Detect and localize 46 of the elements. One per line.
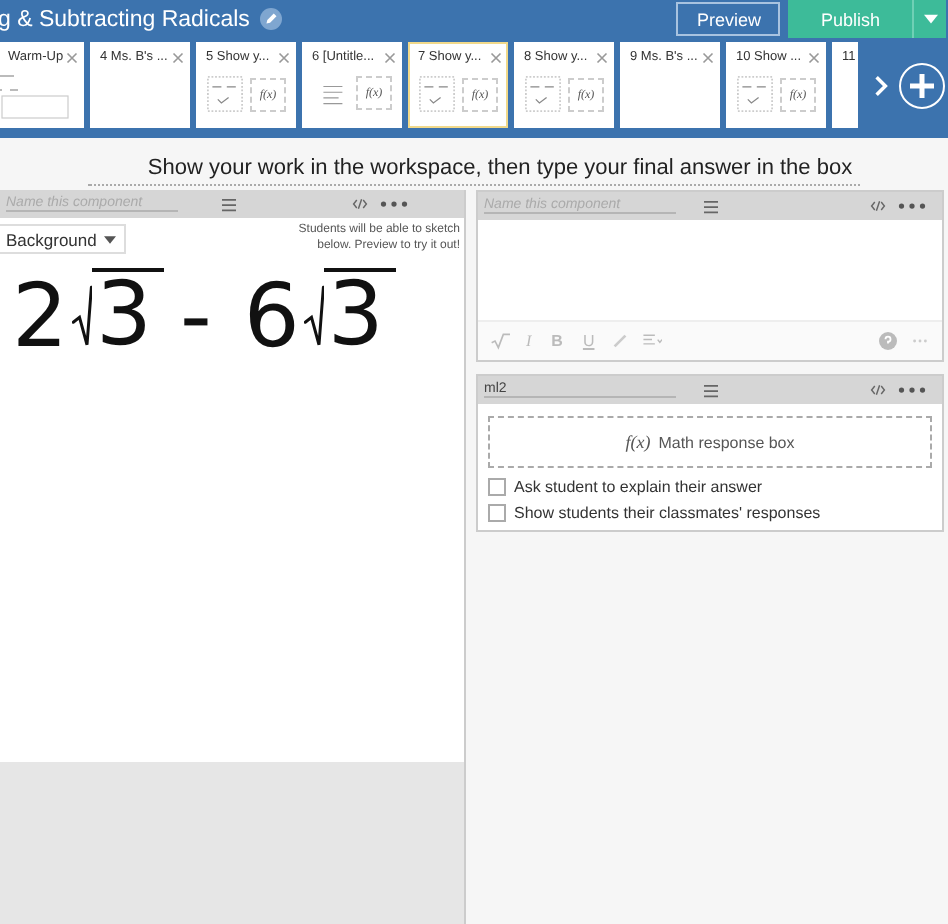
more-icon[interactable] [898, 202, 926, 210]
text-lines-drawing [0, 72, 70, 120]
checkbox[interactable] [488, 478, 506, 496]
math-response-box[interactable]: f(x) Math response box [488, 416, 932, 468]
drag-handle-icon[interactable] [222, 197, 236, 211]
checkbox[interactable] [488, 504, 506, 522]
sketch-preview-drawing [736, 76, 774, 112]
close-icon[interactable] [278, 51, 290, 63]
handwritten-radicand: 3 [92, 267, 164, 359]
handwritten-coefficient: 2 [12, 273, 68, 361]
close-icon[interactable] [172, 51, 184, 63]
option-label: Ask student to explain their answer [514, 478, 763, 496]
close-icon[interactable] [384, 51, 396, 63]
caret-icon [923, 14, 937, 24]
handwritten-operator: - [180, 266, 212, 368]
handwritten-coefficient: 6 [243, 273, 300, 361]
add-slide-icon[interactable] [898, 62, 946, 110]
close-icon[interactable] [490, 51, 502, 63]
sketch-preview-drawing [206, 76, 244, 112]
more-icon[interactable] [898, 386, 926, 394]
math-response-label: Math response box [658, 433, 795, 451]
instruction-text: Show your work in the workspace, then type your final answer in the box [87, 156, 861, 186]
fx-label: f(x) [625, 432, 651, 452]
pencil-icon[interactable] [259, 8, 282, 30]
square-root-icon[interactable] [490, 332, 510, 350]
code-icon[interactable] [352, 198, 368, 210]
publish-menu-button[interactable] [912, 0, 946, 38]
drag-handle-icon[interactable] [704, 199, 718, 213]
sketch-preview-drawing [418, 76, 456, 112]
close-icon[interactable] [596, 51, 608, 63]
drag-handle-icon[interactable] [704, 383, 718, 397]
option-label: Show students their classmates' responses [514, 504, 821, 522]
close-icon[interactable] [66, 51, 78, 63]
help-icon[interactable] [878, 332, 898, 350]
sketch-preview-drawing [524, 76, 562, 112]
more-icon[interactable] [380, 200, 408, 208]
close-icon[interactable] [808, 51, 820, 63]
code-icon[interactable] [870, 200, 886, 212]
background-dropdown[interactable]: Background [0, 224, 127, 254]
code-icon[interactable] [870, 384, 886, 396]
align-icon[interactable] [642, 332, 663, 350]
close-icon[interactable] [702, 51, 714, 63]
preview-button[interactable]: Preview [676, 2, 781, 36]
link-icon[interactable] [610, 332, 631, 350]
caret-icon [104, 235, 117, 243]
handwritten-radicand: 3 [323, 267, 396, 359]
